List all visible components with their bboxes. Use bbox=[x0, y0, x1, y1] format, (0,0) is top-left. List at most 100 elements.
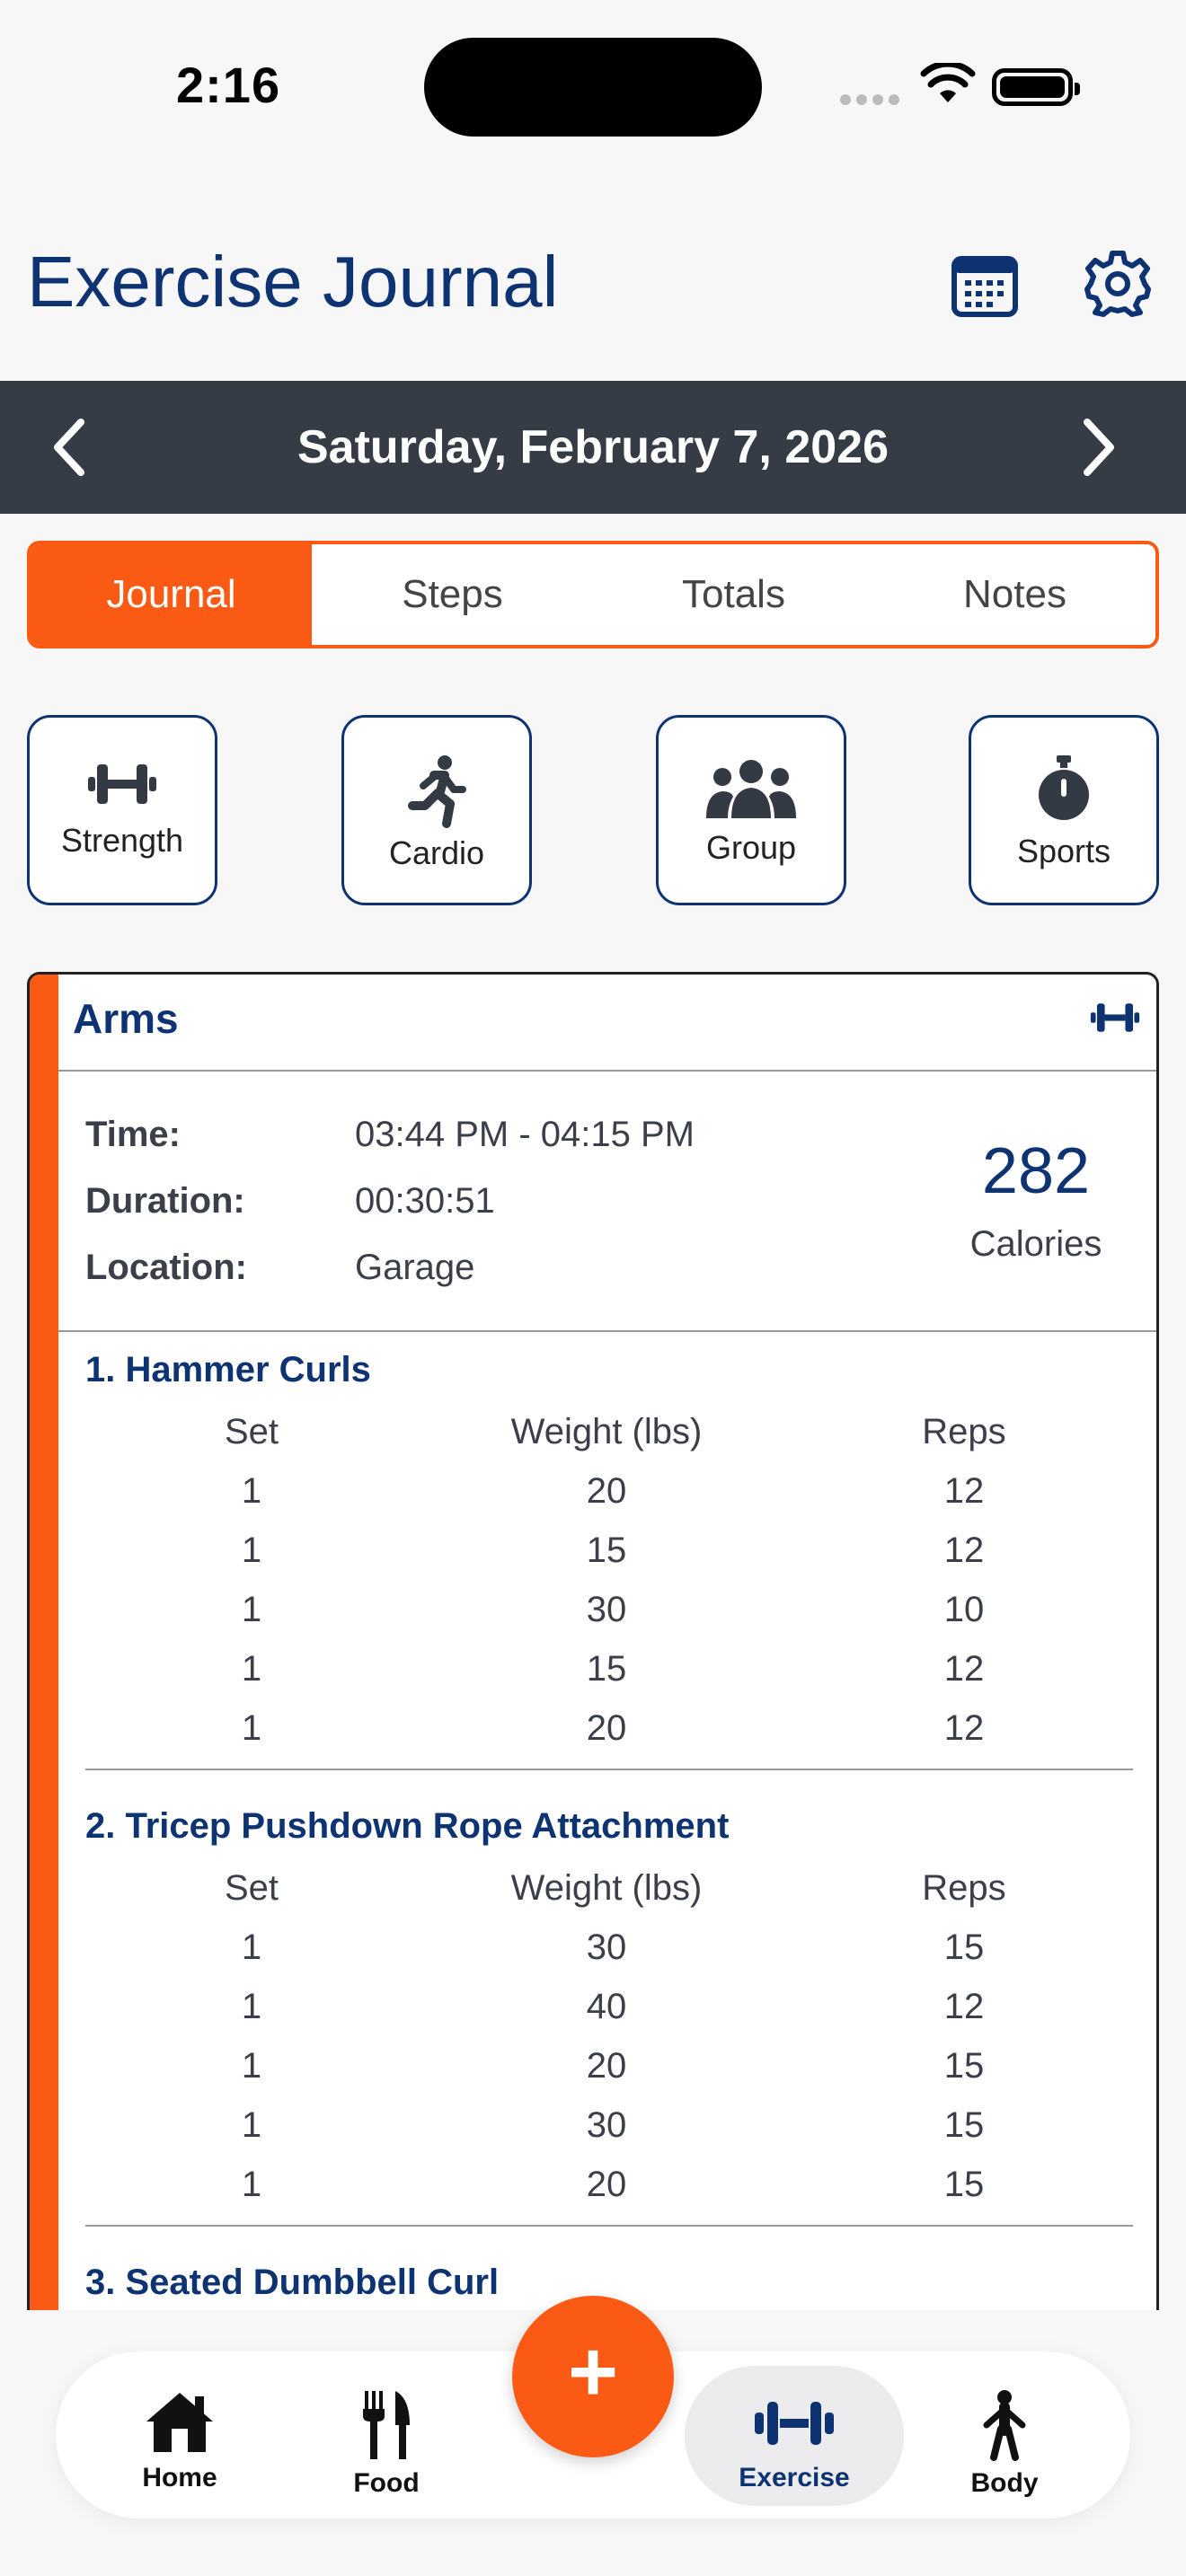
status-time: 2:16 bbox=[176, 57, 281, 113]
table-header-row: Set Weight (lbs) Reps bbox=[85, 1858, 1133, 1918]
reps-cell: 10 bbox=[943, 1589, 985, 1629]
weight-cell: 15 bbox=[586, 1648, 627, 1689]
table-row: 1 20 12 bbox=[85, 1698, 1133, 1758]
settings-gear-icon[interactable] bbox=[1082, 248, 1154, 320]
sets-table: Set Weight (lbs) Reps 1 30 15 1 40 12 1 20 15 … bbox=[85, 1858, 1133, 2214]
divider bbox=[85, 2225, 1133, 2227]
weight-cell: 30 bbox=[586, 2104, 627, 2145]
nav-exercise[interactable]: Exercise bbox=[685, 2366, 904, 2506]
strength-label: Strength bbox=[60, 822, 184, 859]
table-row: 1 30 15 bbox=[85, 2095, 1133, 2155]
calendar-icon[interactable] bbox=[949, 248, 1021, 320]
set-cell: 1 bbox=[241, 1707, 262, 1748]
reps-cell: 15 bbox=[943, 1927, 985, 1967]
person-icon bbox=[983, 2390, 1026, 2461]
table-header-row: Set Weight (lbs) Reps bbox=[85, 1402, 1133, 1461]
running-icon bbox=[408, 755, 466, 828]
sets-table: Set Weight (lbs) Reps 1 20 12 1 15 12 1 30 10 … bbox=[85, 1402, 1133, 1758]
tab-totals[interactable]: Totals bbox=[593, 544, 874, 645]
set-cell: 1 bbox=[241, 1589, 262, 1629]
weight-cell: 20 bbox=[586, 2164, 627, 2204]
exercise-name: 2. Tricep Pushdown Rope Attachment bbox=[85, 1806, 730, 1846]
reps-cell: 15 bbox=[943, 2164, 985, 2204]
segmented-tabs: Journal Steps Totals Notes bbox=[27, 541, 1159, 648]
column-header-reps: Reps bbox=[922, 1411, 1006, 1451]
column-header-weight: Weight (lbs) bbox=[510, 1411, 703, 1451]
sports-button[interactable]: Sports bbox=[969, 715, 1159, 905]
divider bbox=[85, 1769, 1133, 1770]
dumbbell-icon bbox=[88, 764, 156, 804]
divider bbox=[58, 1070, 1156, 1072]
time-label: Time: bbox=[85, 1115, 181, 1154]
table-row: 1 20 15 bbox=[85, 2155, 1133, 2214]
weight-cell: 20 bbox=[586, 2045, 627, 2086]
reps-cell: 12 bbox=[943, 1707, 985, 1748]
set-cell: 1 bbox=[241, 2104, 262, 2145]
nav-home-label: Home bbox=[142, 2463, 217, 2492]
set-cell: 1 bbox=[241, 1927, 262, 1967]
reps-cell: 12 bbox=[943, 1470, 985, 1511]
nav-food[interactable]: Food bbox=[277, 2366, 496, 2506]
stopwatch-icon bbox=[1039, 755, 1089, 820]
location-label: Location: bbox=[85, 1248, 247, 1287]
cardio-label: Cardio bbox=[388, 834, 485, 871]
set-cell: 1 bbox=[241, 1986, 262, 2026]
table-row: 1 20 12 bbox=[85, 1461, 1133, 1521]
group-button[interactable]: Group bbox=[656, 715, 846, 905]
set-cell: 1 bbox=[241, 2164, 262, 2204]
location-value: Garage bbox=[355, 1248, 475, 1287]
workout-title: Arms bbox=[73, 995, 179, 1042]
sports-label: Sports bbox=[1016, 833, 1111, 869]
reps-cell: 15 bbox=[943, 2104, 985, 2145]
set-cell: 1 bbox=[241, 1470, 262, 1511]
group-label: Group bbox=[705, 829, 797, 866]
cellular-signal-icon bbox=[840, 93, 905, 110]
nav-body-label: Body bbox=[970, 2468, 1039, 2498]
battery-icon bbox=[992, 68, 1080, 106]
reps-cell: 15 bbox=[943, 2045, 985, 2086]
set-cell: 1 bbox=[241, 1648, 262, 1689]
reps-cell: 12 bbox=[943, 1648, 985, 1689]
calories-value: 282 bbox=[981, 1135, 1091, 1207]
cardio-button[interactable]: Cardio bbox=[341, 715, 532, 905]
reps-cell: 12 bbox=[943, 1986, 985, 2026]
column-header-weight: Weight (lbs) bbox=[510, 1867, 703, 1908]
next-day-chevron-icon[interactable] bbox=[1060, 411, 1132, 483]
strength-button[interactable]: Strength bbox=[27, 715, 217, 905]
set-cell: 1 bbox=[241, 1530, 262, 1570]
page-title: Exercise Journal bbox=[27, 242, 559, 322]
calories-label: Calories bbox=[969, 1224, 1102, 1264]
tab-notes[interactable]: Notes bbox=[874, 544, 1155, 645]
nav-exercise-label: Exercise bbox=[739, 2463, 850, 2492]
table-row: 1 30 10 bbox=[85, 1580, 1133, 1639]
column-header-set: Set bbox=[224, 1867, 279, 1908]
add-entry-button[interactable]: + bbox=[512, 2296, 674, 2457]
current-date[interactable]: Saturday, February 7, 2026 bbox=[0, 420, 1186, 474]
dynamic-island bbox=[424, 38, 762, 137]
weight-cell: 30 bbox=[586, 1589, 627, 1629]
exercise-block: 1. Hammer Curls Set Weight (lbs) Reps 12… bbox=[85, 1350, 1133, 1770]
duration-label: Duration: bbox=[85, 1181, 245, 1221]
table-row: 1 20 15 bbox=[85, 2036, 1133, 2095]
dumbbell-icon bbox=[1090, 1003, 1140, 1032]
table-row: 1 40 12 bbox=[85, 1977, 1133, 2036]
workout-card[interactable]: Arms Time: 03:44 PM - 04:15 PM Duration:… bbox=[27, 972, 1159, 2310]
duration-value: 00:30:51 bbox=[355, 1181, 495, 1221]
wifi-icon bbox=[920, 63, 976, 102]
home-icon bbox=[146, 2393, 213, 2452]
tab-steps[interactable]: Steps bbox=[312, 544, 593, 645]
exercise-name: 1. Hammer Curls bbox=[85, 1350, 371, 1389]
tab-journal[interactable]: Journal bbox=[31, 544, 312, 645]
weight-cell: 20 bbox=[586, 1707, 627, 1748]
time-value: 03:44 PM - 04:15 PM bbox=[355, 1115, 695, 1154]
divider bbox=[58, 1330, 1156, 1332]
weight-cell: 40 bbox=[586, 1986, 627, 2026]
set-cell: 1 bbox=[241, 2045, 262, 2086]
table-row: 1 15 12 bbox=[85, 1521, 1133, 1580]
plus-icon: + bbox=[567, 2324, 619, 2420]
nav-home[interactable]: Home bbox=[70, 2366, 289, 2506]
status-bar: 2:16 bbox=[0, 0, 1186, 180]
weight-cell: 30 bbox=[586, 1927, 627, 1967]
nav-body[interactable]: Body bbox=[895, 2366, 1114, 2506]
reps-cell: 12 bbox=[943, 1530, 985, 1570]
